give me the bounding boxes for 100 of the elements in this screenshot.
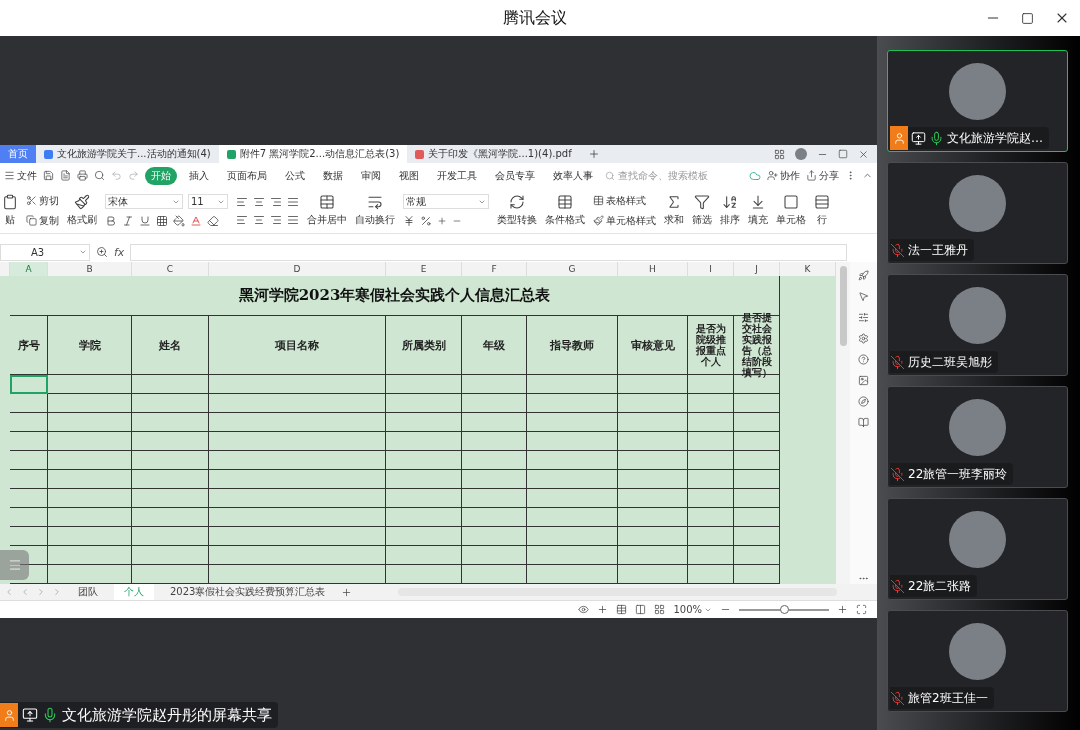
collaborate-button[interactable]: 协作 <box>767 168 800 183</box>
align-left-icon[interactable] <box>236 213 248 226</box>
zoom-slider[interactable] <box>739 608 829 611</box>
muted-mic-icon[interactable] <box>890 466 905 482</box>
ribbon-tab[interactable]: 插入 <box>183 166 215 185</box>
rocket-icon[interactable] <box>858 270 869 281</box>
font-color-icon[interactable] <box>190 215 202 227</box>
underline-icon[interactable] <box>139 215 151 227</box>
caret-icon[interactable] <box>79 248 87 256</box>
image-icon[interactable] <box>858 375 869 386</box>
ribbon-button[interactable]: 筛选 <box>692 194 712 227</box>
zoom-select[interactable]: 100% <box>673 604 712 615</box>
wrap-text-button[interactable]: 自动换行 <box>355 194 395 227</box>
ribbon-button[interactable]: 行 <box>814 194 830 227</box>
paintbrush-icon[interactable] <box>74 194 90 210</box>
page-view-icon[interactable] <box>635 604 647 615</box>
help-icon[interactable] <box>858 354 869 365</box>
border-icon[interactable] <box>156 215 168 227</box>
align-middle-icon[interactable] <box>253 195 265 208</box>
tool-icon[interactable] <box>666 194 682 210</box>
conditional-format-button[interactable]: 条件格式 <box>545 194 585 227</box>
fullscreen-icon[interactable] <box>856 604 867 615</box>
muted-mic-icon[interactable] <box>890 578 905 594</box>
add-sheet-icon[interactable] <box>341 586 353 598</box>
document-icon[interactable] <box>60 170 71 181</box>
clipboard-icon[interactable] <box>2 194 18 210</box>
share-icon[interactable] <box>806 170 817 181</box>
table-style-button[interactable]: 表格样式 <box>593 193 656 208</box>
paste-button[interactable]: 贴 <box>2 194 18 227</box>
mic-icon[interactable] <box>42 707 58 723</box>
settings-icon[interactable] <box>858 333 869 344</box>
save-icon[interactable] <box>43 170 54 181</box>
share-button[interactable]: 分享 <box>806 168 839 183</box>
cut-button[interactable]: 剪切 <box>26 193 59 208</box>
document-tab[interactable]: 文化旅游学院关于...活动的通知(4) <box>36 145 219 163</box>
ribbon-button[interactable]: 单元格 <box>776 194 806 227</box>
file-menu[interactable]: 文件 <box>4 168 37 183</box>
restore-icon[interactable] <box>838 149 848 159</box>
muted-mic-icon[interactable] <box>890 242 905 258</box>
ribbon-tab[interactable]: 审阅 <box>355 166 387 185</box>
zoom-in-icon[interactable] <box>837 604 848 615</box>
ribbon-tab[interactable]: 页面布局 <box>221 166 273 185</box>
merge-cells-icon[interactable] <box>319 194 335 210</box>
mic-icon[interactable] <box>929 130 944 146</box>
ribbon-tab[interactable]: 视图 <box>393 166 425 185</box>
avatar[interactable] <box>795 148 807 160</box>
participant-tile[interactable]: 旅管2班王佳一 <box>887 610 1068 712</box>
participant-tile[interactable]: 文化旅游学院赵… <box>887 50 1068 152</box>
document-tab[interactable]: 首页 <box>0 145 36 163</box>
participant-tile[interactable]: 历史二班吴旭彤 <box>887 274 1068 376</box>
maximize-icon[interactable] <box>1021 11 1034 25</box>
copy-button[interactable]: 复制 <box>26 213 59 228</box>
sliders-icon[interactable] <box>858 312 869 323</box>
formula-input[interactable] <box>130 243 847 261</box>
ribbon-tab[interactable]: 数据 <box>317 166 349 185</box>
convert-icon[interactable] <box>509 194 525 210</box>
wrap-text-icon[interactable] <box>367 194 383 210</box>
document-tab[interactable]: 附件7 黑河学院2...动信息汇总表(3) <box>218 145 408 163</box>
align-bottom-icon[interactable] <box>270 195 282 208</box>
ribbon-tab[interactable]: 开发工具 <box>431 166 483 185</box>
screen-share-icon[interactable] <box>22 707 38 723</box>
sheet-tab[interactable]: 个人 <box>114 584 154 600</box>
italic-icon[interactable] <box>122 215 134 227</box>
font-select[interactable]: 宋体 <box>105 194 183 209</box>
tool-icon[interactable] <box>750 194 766 210</box>
number-format-select[interactable]: 常规 <box>403 194 489 209</box>
menu-icon[interactable] <box>4 170 15 181</box>
percent-icon[interactable] <box>420 215 432 227</box>
participant-tile[interactable]: 法一王雅丹 <box>887 162 1068 264</box>
muted-mic-icon[interactable] <box>890 354 905 370</box>
table-style-icon[interactable] <box>593 195 604 206</box>
name-box[interactable]: A3 <box>0 243 90 261</box>
slider-thumb[interactable] <box>780 604 789 614</box>
print-icon[interactable] <box>77 170 88 181</box>
normal-view-icon[interactable] <box>616 604 628 615</box>
book-icon[interactable] <box>858 417 869 428</box>
eraser-icon[interactable] <box>207 215 219 227</box>
scrollbar-thumb[interactable] <box>839 266 847 346</box>
align-right-icon[interactable] <box>270 213 282 226</box>
selected-cell[interactable] <box>10 375 48 394</box>
align-center-icon[interactable] <box>253 213 265 226</box>
participant-tile[interactable]: 22旅管一班李丽玲 <box>887 386 1068 488</box>
ribbon-button[interactable]: 排序 <box>720 194 740 227</box>
grid-icon[interactable] <box>774 148 785 160</box>
font-size-select[interactable]: 11 <box>188 194 228 209</box>
cell-style-button[interactable]: 单元格样式 <box>593 213 656 228</box>
tool-icon[interactable] <box>694 194 710 210</box>
justify-icon[interactable] <box>287 213 299 226</box>
ribbon-button[interactable]: 求和 <box>664 194 684 227</box>
tool-icon[interactable] <box>722 194 738 210</box>
document-tab[interactable]: 关于印发《黑河学院...1)(4).pdf <box>407 145 580 163</box>
bold-icon[interactable] <box>105 215 117 227</box>
person-icon[interactable] <box>767 170 778 181</box>
function-label[interactable]: fx <box>114 245 125 259</box>
zoom-icon[interactable] <box>96 246 108 258</box>
cell-style-icon[interactable] <box>593 215 604 226</box>
page-break-icon[interactable] <box>654 604 666 615</box>
ribbon-tab[interactable]: 公式 <box>279 166 311 185</box>
ribbon-tab[interactable]: 效率人事 <box>547 166 599 185</box>
compass-icon[interactable] <box>858 396 869 407</box>
